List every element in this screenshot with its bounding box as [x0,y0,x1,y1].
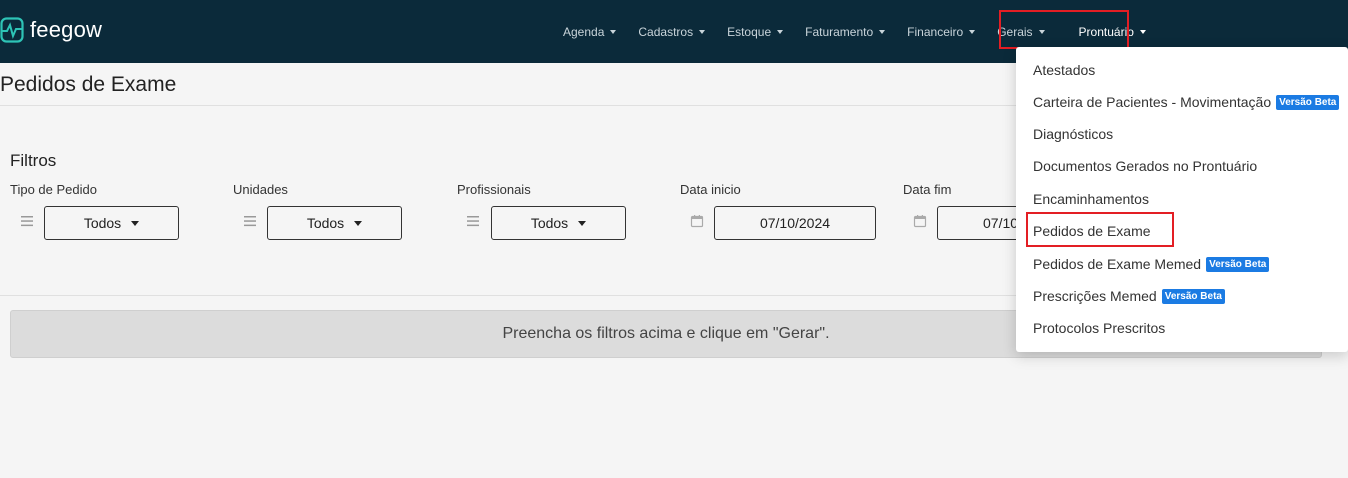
caret-down-icon [699,29,706,34]
caret-down-icon [610,29,617,34]
prontuario-dropdown-menu: Atestados Carteira de Pacientes - Movime… [1016,47,1348,352]
beta-badge: Versão Beta [1161,288,1225,304]
menu-item-label: Encaminhamentos [1033,191,1149,207]
menu-item-label: Atestados [1033,62,1096,78]
nav-item-financeiro[interactable]: Financeiro [896,25,986,39]
tipo-pedido-value: Todos [83,215,122,231]
nav-item-label: Estoque [727,24,772,39]
caret-down-icon [131,220,140,226]
page-title: Pedidos de Exame [0,73,177,96]
list-icon [467,216,479,227]
nav-item-label: Gerais [997,24,1033,39]
info-message-text: Preencha os filtros acima e clique em "G… [502,325,830,342]
menu-item-carteira-pacientes[interactable]: Carteira de Pacientes - Movimentação Ver… [1033,94,1340,110]
menu-item-pedidos-exame[interactable]: Pedidos de Exame [1033,223,1151,239]
nav-item-prontuario[interactable]: Prontuário [1068,25,1157,39]
data-inicio-input[interactable]: 07/10/2024 [714,206,876,240]
logo-icon [0,17,24,43]
unidades-select[interactable]: Todos [267,206,402,240]
menu-item-diagnosticos[interactable]: Diagnósticos [1033,126,1113,142]
list-icon [21,216,33,227]
menu-item-documentos-gerados[interactable]: Documentos Gerados no Prontuário [1033,158,1257,174]
nav-item-gerais[interactable]: Gerais [986,25,1055,39]
menu-item-atestados[interactable]: Atestados [1033,62,1095,78]
menu-item-pedidos-exame-memed[interactable]: Pedidos de Exame Memed Versão Beta [1033,256,1270,272]
caret-down-icon [879,29,886,34]
unidades-value: Todos [306,215,345,231]
caret-down-icon [1139,29,1146,34]
data-fim-input[interactable]: 07/10 [937,206,1027,240]
menu-item-protocolos-prescritos[interactable]: Protocolos Prescritos [1033,320,1165,336]
logo[interactable]: feegow [0,17,102,43]
nav-item-label: Prontuário [1078,24,1134,39]
nav-item-faturamento[interactable]: Faturamento [794,25,896,39]
profissionais-value: Todos [530,215,569,231]
tipo-pedido-label: Tipo de Pedido [10,182,97,197]
tipo-pedido-select[interactable]: Todos [44,206,179,240]
profissionais-label: Profissionais [457,182,531,197]
caret-down-icon [1038,29,1045,34]
nav-item-estoque[interactable]: Estoque [716,25,794,39]
data-inicio-label: Data inicio [680,182,741,197]
nav-item-label: Financeiro [907,24,964,39]
calendar-icon [913,215,927,228]
list-icon [244,216,256,227]
nav-item-agenda[interactable]: Agenda [552,25,627,39]
unidades-label: Unidades [233,182,288,197]
menu-item-label: Pedidos de Exame Memed [1033,256,1202,272]
menu-item-label: Documentos Gerados no Prontuário [1033,158,1258,174]
data-fim-label: Data fim [903,182,952,197]
nav-item-label: Faturamento [805,24,874,39]
beta-badge: Versão Beta [1276,94,1340,110]
filters-title: Filtros [10,151,57,170]
caret-down-icon [777,29,784,34]
logo-text: feegow [30,17,103,42]
nav-item-cadastros[interactable]: Cadastros [627,25,716,39]
menu-item-encaminhamentos[interactable]: Encaminhamentos [1033,191,1149,207]
data-inicio-value: 07/10/2024 [759,215,831,231]
profissionais-select[interactable]: Todos [491,206,626,240]
beta-badge: Versão Beta [1206,256,1270,272]
nav-item-label: Agenda [563,24,605,39]
caret-down-icon [969,29,976,34]
data-fim-value: 07/10 [983,215,1019,231]
menu-item-label: Pedidos de Exame [1033,223,1151,239]
menu-item-label: Diagnósticos [1033,126,1114,142]
calendar-icon [690,215,704,228]
nav-item-label: Cadastros [638,24,694,39]
menu-item-prescricoes-memed[interactable]: Prescrições Memed Versão Beta [1033,288,1225,304]
caret-down-icon [354,220,363,226]
menu-item-label: Protocolos Prescritos [1033,320,1166,336]
menu-item-label: Prescrições Memed [1033,288,1157,304]
menu-item-label: Carteira de Pacientes - Movimentação [1033,94,1272,110]
caret-down-icon [578,220,587,226]
